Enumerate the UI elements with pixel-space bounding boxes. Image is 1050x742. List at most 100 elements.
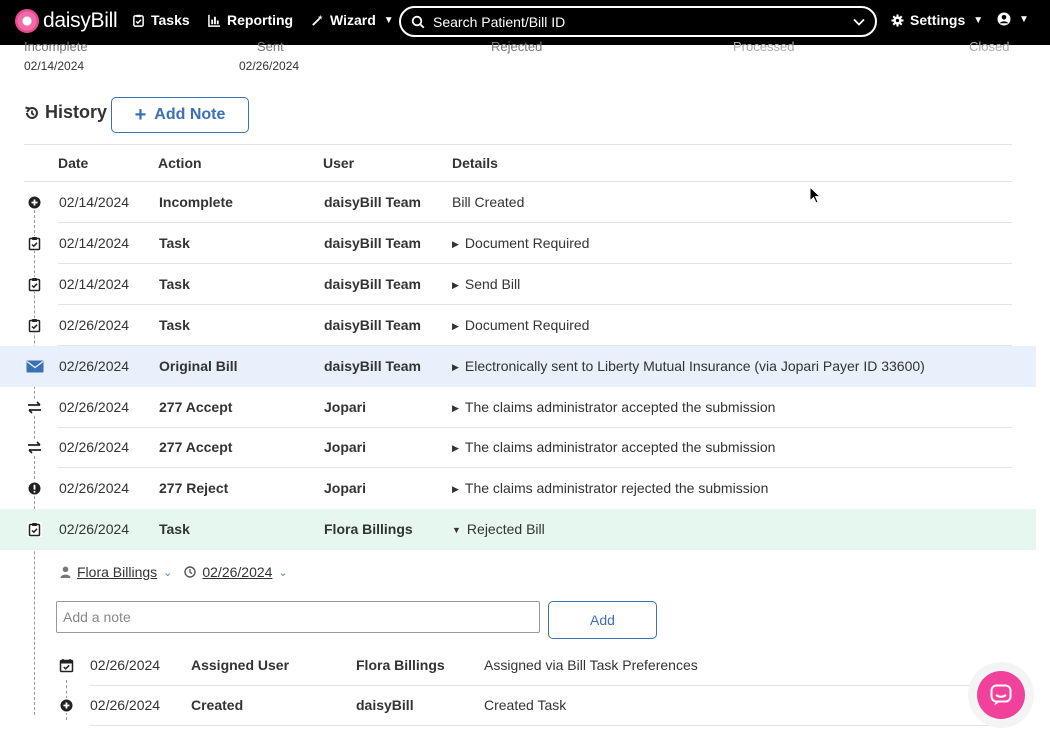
table-row[interactable]: 02/14/2024 Incomplete daisyBill Team Bil… — [0, 182, 1036, 223]
brand-logo[interactable]: daisyBill — [15, 9, 118, 33]
row-details-text: Electronically sent to Liberty Mutual In… — [464, 358, 925, 374]
column-action[interactable]: Action — [158, 155, 202, 171]
nav-wizard[interactable]: Wizard ▼ — [311, 12, 394, 28]
plus-circle-icon — [59, 698, 74, 713]
row-divider — [90, 725, 1012, 726]
plus-circle-icon — [27, 195, 42, 210]
row-action: Incomplete — [159, 194, 233, 210]
row-date: 02/26/2024 — [59, 399, 130, 415]
clock-icon — [184, 566, 197, 578]
status-rejected: Rejected — [491, 39, 543, 54]
caret-down-icon: ▼ — [452, 525, 461, 535]
caret-right-icon: ▶ — [452, 239, 459, 249]
status-sent: Sent — [257, 39, 284, 54]
row-date: 02/26/2024 — [59, 358, 130, 374]
task-history-row: 02/26/2024 Assigned User Flora Billings … — [56, 645, 1012, 686]
status-incomplete-date: 02/14/2024 — [24, 59, 85, 73]
add-task-note-button[interactable]: Add — [548, 601, 657, 639]
chevron-down-icon: ▼ — [383, 14, 394, 26]
task-clipboard-icon — [27, 236, 42, 251]
subrow-details: Assigned via Bill Task Preferences — [484, 657, 698, 673]
row-date: 02/26/2024 — [59, 439, 130, 455]
row-details[interactable]: ▼ Rejected Bill — [452, 521, 545, 537]
table-row[interactable]: 02/26/2024 277 Accept Jopari ▶ The claims… — [0, 427, 1036, 468]
row-date: 02/26/2024 — [59, 521, 130, 537]
nav-wizard-label: Wizard — [330, 12, 376, 28]
column-date[interactable]: Date — [58, 155, 88, 171]
status-processed: Processed — [733, 39, 795, 54]
column-user[interactable]: User — [323, 155, 354, 171]
chevron-down-icon[interactable]: ⌄ — [163, 566, 172, 579]
magic-wand-icon — [312, 14, 323, 26]
nav-reporting-label: Reporting — [227, 12, 294, 28]
row-details[interactable]: ▶ Document Required — [452, 235, 589, 251]
table-row[interactable]: 02/26/2024 Task Flora Billings ▼ Rejected… — [0, 509, 1036, 550]
row-details[interactable]: ▶ The claims administrator accepted the s… — [452, 439, 775, 455]
row-details[interactable]: ▶ The claims administrator rejected the s… — [452, 480, 768, 496]
user-icon — [60, 566, 71, 578]
row-details-text: The claims administrator rejected the su… — [464, 480, 769, 496]
row-user: daisyBill Team — [324, 235, 422, 251]
row-action: Task — [159, 235, 190, 251]
subrow-date: 02/26/2024 — [90, 657, 161, 673]
subrow-date: 02/26/2024 — [90, 697, 161, 713]
history-title: History — [45, 102, 108, 122]
exchange-icon — [27, 400, 42, 415]
row-action: 277 Accept — [159, 399, 233, 415]
row-date: 02/26/2024 — [59, 480, 130, 496]
add-note-button[interactable]: + Add Note — [111, 97, 249, 133]
row-action: Original Bill — [159, 358, 238, 374]
exchange-icon — [27, 440, 42, 455]
table-row[interactable]: 02/26/2024 277 Reject Jopari ▶ The claims… — [0, 468, 1036, 509]
user-circle-icon — [997, 12, 1011, 26]
column-details[interactable]: Details — [452, 155, 498, 171]
row-details[interactable]: ▶ The claims administrator accepted the s… — [452, 399, 775, 415]
row-details[interactable]: ▶ Send Bill — [452, 276, 520, 292]
subrow-action: Assigned User — [191, 657, 290, 673]
table-row[interactable]: 02/26/2024 Original Bill daisyBill Team … — [0, 346, 1036, 387]
row-user: Jopari — [324, 439, 367, 455]
history-icon — [25, 106, 38, 119]
row-details-text: Rejected Bill — [466, 521, 545, 537]
row-details[interactable]: ▶ Document Required — [452, 317, 589, 333]
caret-right-icon: ▶ — [452, 443, 459, 453]
user-menu[interactable]: ▼ — [997, 12, 1029, 26]
table-row[interactable]: 02/26/2024 277 Accept Jopari ▶ The claims… — [0, 387, 1036, 428]
row-user: daisyBill Team — [324, 194, 422, 210]
search-box[interactable]: Search Patient/Bill ID — [399, 6, 877, 37]
task-assignee-select[interactable]: Flora Billings — [77, 564, 157, 580]
gear-icon — [891, 13, 904, 27]
chat-launcher[interactable] — [968, 662, 1034, 728]
row-date: 02/14/2024 — [59, 235, 130, 251]
brand-name: daisyBill — [43, 9, 118, 32]
table-row[interactable]: 02/14/2024 Task daisyBill Team ▶ Send Bil… — [0, 264, 1036, 305]
chevron-down-icon[interactable]: ⌄ — [278, 566, 287, 579]
row-details[interactable]: ▶ Electronically sent to Liberty Mutual I… — [452, 358, 925, 374]
subrow-user: daisyBill — [356, 697, 414, 713]
subrow-details: Created Task — [484, 697, 567, 713]
chevron-down-icon: ▼ — [973, 14, 984, 26]
table-row[interactable]: 02/14/2024 Task daisyBill Team ▶ Document… — [0, 223, 1036, 264]
row-details-text: Document Required — [464, 235, 590, 251]
chevron-down-icon[interactable] — [853, 18, 865, 26]
row-user: Jopari — [324, 399, 367, 415]
nav-reporting[interactable]: Reporting — [208, 12, 293, 28]
status-incomplete: Incomplete — [24, 39, 88, 54]
row-date: 02/14/2024 — [59, 276, 130, 292]
calendar-check-icon — [59, 658, 74, 673]
search-input[interactable]: Search Patient/Bill ID — [433, 14, 853, 30]
plus-icon: + — [134, 103, 147, 126]
task-due-date-select[interactable]: 02/26/2024 — [202, 564, 272, 580]
row-details-text: The claims administrator accepted the su… — [464, 439, 776, 455]
nav-tasks[interactable]: Tasks — [132, 12, 190, 28]
caret-right-icon: ▶ — [452, 280, 459, 290]
note-input[interactable] — [56, 601, 540, 633]
task-history-row: 02/26/2024 Created daisyBill Created Tas… — [56, 685, 1012, 726]
chat-button[interactable] — [977, 671, 1025, 719]
nav-settings[interactable]: Settings ▼ — [891, 12, 983, 28]
daisy-logo-icon — [15, 9, 39, 33]
nav-settings-label: Settings — [910, 12, 966, 28]
row-action: 277 Accept — [159, 439, 233, 455]
task-meta: Flora Billings ⌄ 02/26/2024 ⌄ — [60, 564, 288, 580]
table-row[interactable]: 02/26/2024 Task daisyBill Team ▶ Document… — [0, 305, 1036, 346]
